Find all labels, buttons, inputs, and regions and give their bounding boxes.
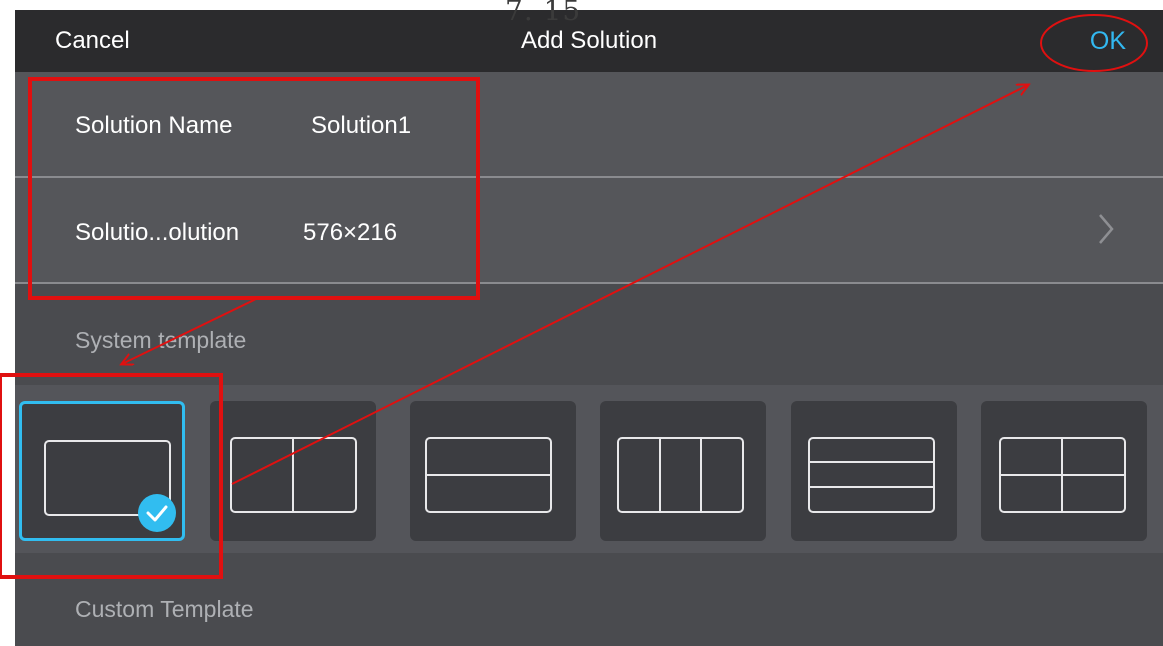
solution-resolution-label: Solutio...olution xyxy=(75,219,240,246)
custom-template-heading: Custom Template xyxy=(75,596,254,622)
template-three-columns[interactable] xyxy=(600,401,766,541)
layout-two-columns-icon xyxy=(230,437,357,513)
template-two-columns[interactable] xyxy=(210,401,376,541)
solution-name-label: Solution Name xyxy=(75,112,233,139)
solution-resolution-value: 576×216 xyxy=(303,219,398,246)
annotation-number: 7. 15 xyxy=(505,0,582,27)
solution-name-field[interactable]: Solution1 xyxy=(311,112,411,140)
system-template-heading: System template xyxy=(75,327,247,353)
layout-two-rows-icon xyxy=(425,437,552,513)
solution-name-row[interactable]: Solution Name Solution1 xyxy=(15,72,1163,176)
layout-three-columns-icon xyxy=(617,437,744,513)
layout-four-grid-icon xyxy=(999,437,1126,513)
template-four-grid[interactable] xyxy=(981,401,1147,541)
checkmark-icon xyxy=(138,494,176,532)
ok-button[interactable]: OK xyxy=(1090,27,1126,56)
layout-three-rows-icon xyxy=(808,437,935,513)
add-solution-screen: Cancel Add Solution OK Solution Name Sol… xyxy=(15,10,1163,646)
template-three-rows[interactable] xyxy=(791,401,957,541)
navigation-bar: Cancel Add Solution OK xyxy=(15,10,1163,72)
page-title: Add Solution xyxy=(520,27,658,54)
chevron-right-icon[interactable] xyxy=(1097,212,1115,246)
template-two-rows[interactable] xyxy=(410,401,576,541)
template-single[interactable] xyxy=(19,401,185,541)
solution-resolution-row[interactable]: Solutio...olution 576×216 xyxy=(15,176,1163,284)
